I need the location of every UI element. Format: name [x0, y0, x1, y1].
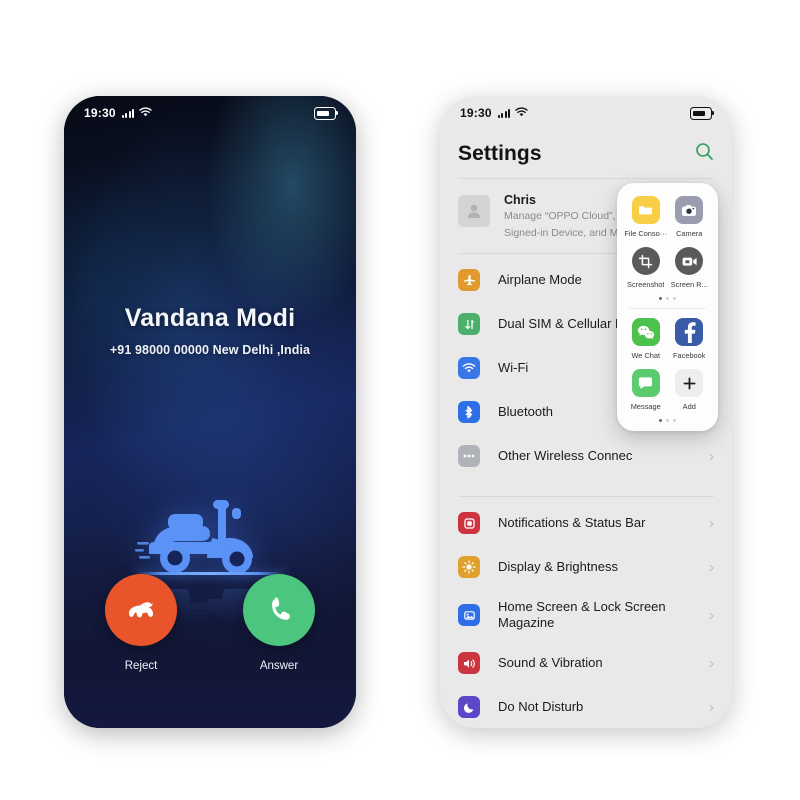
moon-icon: [458, 696, 480, 719]
status-time: 19:30: [84, 106, 116, 120]
screen-recorder-icon: [675, 247, 704, 275]
caller-name: Vandana Modi: [124, 304, 296, 332]
battery-icon: [314, 106, 339, 120]
incoming-call-phone: 19:30 Vandana Modi +91 98000 00000 New D…: [64, 96, 356, 728]
caller-number: +91 98000 00000 New Delhi ,India: [109, 343, 311, 357]
page-dot: [673, 297, 677, 301]
reject-call-button[interactable]: Reject: [105, 574, 177, 672]
answer-call-label: Answer: [259, 660, 299, 672]
message-bubble-icon: [631, 369, 660, 398]
answer-call-button[interactable]: Answer: [243, 574, 315, 672]
person-avatar-icon: [458, 195, 490, 227]
settings-header: Settings: [440, 130, 732, 178]
shortcut-file-console[interactable]: File Conso···: [624, 196, 668, 238]
wifi-icon: [458, 357, 480, 380]
screenshot-crop-icon: [631, 247, 660, 275]
settings-row-other-wireless[interactable]: Other Wireless Connec ›: [440, 434, 732, 478]
facebook-icon: [675, 318, 704, 347]
settings-row-sound-vibration[interactable]: Sound & Vibration ›: [440, 641, 732, 685]
floating-shortcut-panel[interactable]: File Conso··· Camera Screenshot Screen R…: [617, 183, 718, 432]
shortcut-add[interactable]: Add: [668, 369, 712, 411]
signal-bars-icon: [121, 108, 135, 118]
camera-icon: [675, 196, 704, 224]
shortcut-page-dots-2[interactable]: [617, 419, 718, 423]
wechat-icon: [631, 318, 660, 347]
settings-label: Notifications & Status Bar: [498, 514, 646, 530]
caller-info: Vandana Modi +91 98000 00000 New Delhi ,…: [64, 304, 356, 357]
ellipsis-icon: [458, 445, 480, 468]
page-dot-active: [658, 419, 662, 423]
shortcut-label: We Chat: [631, 351, 661, 361]
signal-bars-icon: [497, 108, 511, 118]
phone-hangup-icon: [129, 602, 153, 618]
settings-label: Sound & Vibration: [498, 654, 603, 670]
settings-label: Home Screen & Lock Screen Magazine: [498, 598, 666, 631]
settings-phone: 19:30 Settings Chris Manage “OPPO Cloud”…: [440, 96, 732, 728]
home-screen-icon: [458, 604, 480, 627]
settings-status-bar: 19:30: [440, 96, 732, 130]
battery-icon: [690, 106, 715, 120]
call-action-buttons: Reject Answer: [64, 574, 356, 672]
shortcut-page-2: We Chat Facebook Message Add: [617, 318, 718, 411]
folder-icon: [631, 196, 660, 224]
shortcut-label: File Conso···: [624, 229, 668, 238]
shortcut-label: Add: [682, 402, 696, 412]
speaker-icon: [458, 652, 480, 675]
shortcut-label: Facebook: [673, 351, 706, 361]
settings-label: Do Not Disturb: [498, 698, 584, 714]
shortcut-screenshot[interactable]: Screenshot: [624, 247, 668, 289]
search-icon[interactable]: [695, 142, 714, 166]
settings-row-home-lock-screen[interactable]: Home Screen & Lock Screen Magazine ›: [440, 589, 732, 641]
plus-icon: [675, 369, 704, 398]
phone-answer-icon: [272, 597, 290, 620]
bluetooth-icon: [458, 401, 480, 424]
settings-row-notifications[interactable]: Notifications & Status Bar ›: [440, 501, 732, 545]
shortcut-page-1: File Conso··· Camera Screenshot Screen R…: [617, 196, 718, 289]
settings-label: Other Wireless Connec: [498, 447, 633, 463]
shortcut-facebook[interactable]: Facebook: [668, 318, 712, 360]
shortcut-wechat[interactable]: We Chat: [624, 318, 668, 360]
shortcut-screen-recorder[interactable]: Screen R...: [668, 247, 712, 289]
shortcut-page-dots-1[interactable]: [617, 297, 718, 301]
answer-call-circle[interactable]: [243, 574, 315, 646]
settings-group-device: Notifications & Status Bar › Display & B…: [440, 497, 732, 728]
chevron-right-icon: ›: [709, 558, 714, 576]
shortcut-label: Screen R...: [670, 280, 708, 289]
shortcut-label: Camera: [676, 229, 703, 238]
chevron-right-icon: ›: [709, 514, 714, 532]
wifi-icon: [515, 106, 528, 120]
shortcut-camera[interactable]: Camera: [668, 196, 712, 238]
airplane-icon: [458, 269, 480, 292]
settings-row-display-brightness[interactable]: Display & Brightness ›: [440, 545, 732, 589]
status-time: 19:30: [460, 106, 492, 120]
settings-label: Display & Brightness: [498, 558, 618, 574]
reject-call-circle[interactable]: [105, 574, 177, 646]
page-title: Settings: [458, 142, 542, 165]
chevron-right-icon: ›: [709, 698, 714, 716]
page-dot-active: [658, 297, 662, 301]
shortcut-message[interactable]: Message: [624, 369, 668, 411]
page-dot: [673, 419, 677, 423]
chevron-right-icon: ›: [709, 447, 714, 465]
chevron-right-icon: ›: [709, 606, 714, 624]
page-dot: [665, 419, 670, 423]
wifi-icon: [139, 106, 152, 120]
notifications-icon: [458, 512, 480, 535]
call-status-bar: 19:30: [64, 96, 356, 130]
shortcut-label: Message: [630, 402, 661, 412]
settings-screen: 19:30 Settings Chris Manage “OPPO Cloud”…: [440, 96, 732, 728]
panel-separator: [629, 308, 706, 310]
shortcut-label: Screenshot: [627, 280, 665, 289]
reject-call-label: Reject: [124, 660, 158, 672]
sim-card-icon: [458, 313, 480, 336]
settings-row-do-not-disturb[interactable]: Do Not Disturb ›: [440, 685, 732, 728]
brightness-icon: [458, 556, 480, 579]
chevron-right-icon: ›: [709, 654, 714, 672]
page-dot: [665, 297, 670, 301]
